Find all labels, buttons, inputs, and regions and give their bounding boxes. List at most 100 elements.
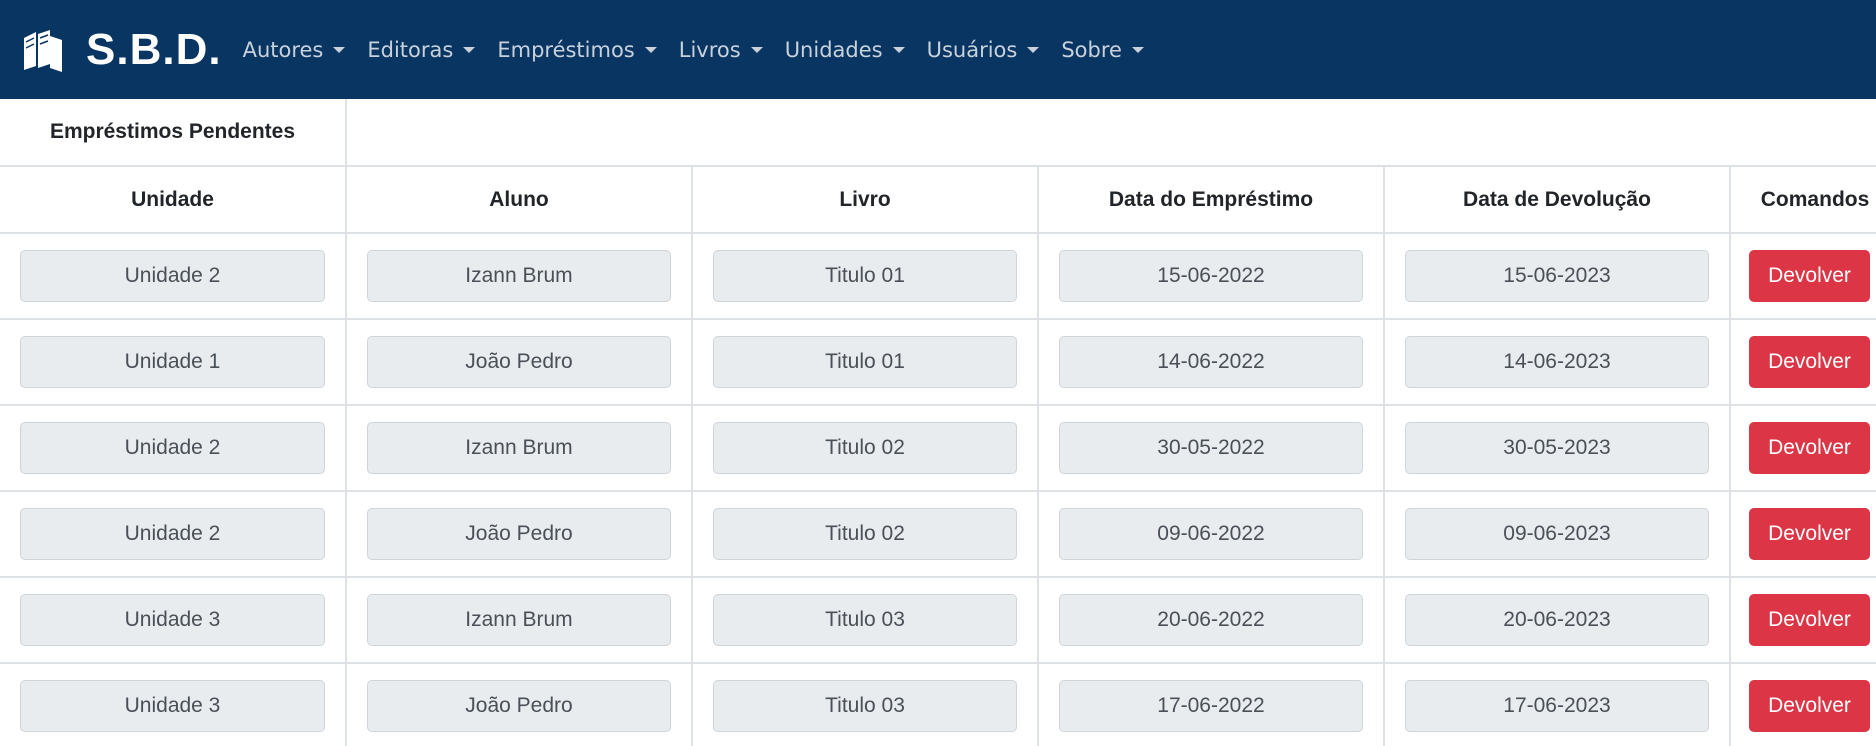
- devolver-button[interactable]: Devolver: [1749, 508, 1870, 560]
- cell-devolucao: 15-06-2023: [1383, 232, 1731, 320]
- table-row: Unidade 3 João Pedro Titulo 03 17-06-202…: [0, 662, 1876, 746]
- aluno-field: João Pedro: [367, 336, 671, 388]
- cell-livro: Titulo 02: [691, 404, 1039, 492]
- cell-aluno: João Pedro: [345, 662, 693, 746]
- brand[interactable]: S.B.D.: [20, 26, 222, 74]
- nav-editoras[interactable]: Editoras: [356, 20, 486, 80]
- devolucao-date-field: 14-06-2023: [1405, 336, 1709, 388]
- devolver-button[interactable]: Devolver: [1749, 336, 1870, 388]
- cell-emprestimo: 30-05-2022: [1037, 404, 1385, 492]
- livro-field: Titulo 03: [713, 594, 1017, 646]
- column-header: Data de Devolução: [1383, 165, 1731, 234]
- column-header: Livro: [691, 165, 1039, 234]
- cell-livro: Titulo 03: [691, 662, 1039, 746]
- table-title-row: Empréstimos Pendentes: [0, 99, 1876, 167]
- devolucao-date-field: 20-06-2023: [1405, 594, 1709, 646]
- emprestimo-date-field: 17-06-2022: [1059, 680, 1363, 732]
- emprestimo-date-field: 09-06-2022: [1059, 508, 1363, 560]
- aluno-field: Izann Brum: [367, 594, 671, 646]
- cell-devolucao: 20-06-2023: [1383, 576, 1731, 664]
- nav-label: Autores: [242, 37, 324, 62]
- cell-comandos: Devolver: [1728, 662, 1876, 746]
- livro-field: Titulo 03: [713, 680, 1017, 732]
- table-row: Unidade 2 João Pedro Titulo 02 09-06-202…: [0, 490, 1876, 578]
- table-title-spacer: [344, 99, 1876, 167]
- nav-label: Editoras: [367, 37, 454, 62]
- cell-aluno: Izann Brum: [345, 232, 693, 320]
- caret-down-icon: [463, 46, 476, 53]
- nav-autores[interactable]: Autores: [232, 20, 357, 80]
- aluno-field: João Pedro: [367, 508, 671, 560]
- table-row: Unidade 1 João Pedro Titulo 01 14-06-202…: [0, 318, 1876, 406]
- emprestimo-date-field: 20-06-2022: [1059, 594, 1363, 646]
- cell-comandos: Devolver: [1728, 232, 1876, 320]
- cell-emprestimo: 09-06-2022: [1037, 490, 1385, 578]
- livro-field: Titulo 02: [713, 422, 1017, 474]
- table-row: Unidade 3 Izann Brum Titulo 03 20-06-202…: [0, 576, 1876, 664]
- livro-field: Titulo 01: [713, 250, 1017, 302]
- nav-usuarios[interactable]: Usuários: [916, 20, 1051, 80]
- books-icon: [24, 29, 62, 72]
- nav-label: Empréstimos: [497, 37, 635, 62]
- cell-devolucao: 17-06-2023: [1383, 662, 1731, 746]
- nav-emprestimos[interactable]: Empréstimos: [486, 20, 667, 80]
- navbar: S.B.D. Autores Editoras Empréstimos Livr…: [0, 0, 1876, 99]
- cell-comandos: Devolver: [1728, 576, 1876, 664]
- livro-field: Titulo 01: [713, 336, 1017, 388]
- devolucao-date-field: 09-06-2023: [1405, 508, 1709, 560]
- cell-livro: Titulo 01: [691, 318, 1039, 406]
- nav-label: Livros: [678, 37, 741, 62]
- unidade-field: Unidade 2: [20, 508, 325, 560]
- cell-emprestimo: 14-06-2022: [1037, 318, 1385, 406]
- devolver-button[interactable]: Devolver: [1749, 250, 1870, 302]
- aluno-field: João Pedro: [367, 680, 671, 732]
- emprestimo-date-field: 30-05-2022: [1059, 422, 1363, 474]
- loans-table-container: Empréstimos Pendentes Unidade Aluno Livr…: [0, 99, 1876, 746]
- nav-unidades[interactable]: Unidades: [774, 20, 916, 80]
- table-row: Unidade 2 Izann Brum Titulo 01 15-06-202…: [0, 232, 1876, 320]
- cell-unidade: Unidade 2: [0, 490, 347, 578]
- aluno-field: Izann Brum: [367, 250, 671, 302]
- nav-label: Sobre: [1061, 37, 1122, 62]
- cell-livro: Titulo 03: [691, 576, 1039, 664]
- cell-aluno: João Pedro: [345, 490, 693, 578]
- devolver-button[interactable]: Devolver: [1749, 680, 1870, 732]
- nav-livros[interactable]: Livros: [668, 20, 774, 80]
- cell-aluno: Izann Brum: [345, 404, 693, 492]
- emprestimo-date-field: 14-06-2022: [1059, 336, 1363, 388]
- unidade-field: Unidade 3: [20, 594, 325, 646]
- cell-aluno: Izann Brum: [345, 576, 693, 664]
- devolucao-date-field: 15-06-2023: [1405, 250, 1709, 302]
- column-header: Data do Empréstimo: [1037, 165, 1385, 234]
- table-row: Unidade 2 Izann Brum Titulo 02 30-05-202…: [0, 404, 1876, 492]
- cell-livro: Titulo 02: [691, 490, 1039, 578]
- unidade-field: Unidade 1: [20, 336, 325, 388]
- cell-devolucao: 30-05-2023: [1383, 404, 1731, 492]
- unidade-field: Unidade 3: [20, 680, 325, 732]
- cell-emprestimo: 15-06-2022: [1037, 232, 1385, 320]
- brand-name: S.B.D.: [86, 24, 222, 74]
- nav-label: Usuários: [926, 37, 1018, 62]
- aluno-field: Izann Brum: [367, 422, 671, 474]
- emprestimo-date-field: 15-06-2022: [1059, 250, 1363, 302]
- column-header: Aluno: [345, 165, 693, 234]
- devolver-button[interactable]: Devolver: [1749, 594, 1870, 646]
- table-title: Empréstimos Pendentes: [0, 99, 347, 167]
- unidade-field: Unidade 2: [20, 250, 325, 302]
- devolver-button[interactable]: Devolver: [1749, 422, 1870, 474]
- caret-down-icon: [333, 46, 346, 53]
- cell-unidade: Unidade 1: [0, 318, 347, 406]
- column-header: Comandos: [1728, 165, 1876, 234]
- cell-unidade: Unidade 2: [0, 232, 347, 320]
- nav-sobre[interactable]: Sobre: [1050, 20, 1155, 80]
- cell-devolucao: 14-06-2023: [1383, 318, 1731, 406]
- column-header: Unidade: [0, 165, 347, 234]
- cell-emprestimo: 17-06-2022: [1037, 662, 1385, 746]
- caret-down-icon: [1131, 46, 1144, 53]
- devolucao-date-field: 30-05-2023: [1405, 422, 1709, 474]
- cell-unidade: Unidade 3: [0, 576, 347, 664]
- table-header-row: Unidade Aluno Livro Data do Empréstimo D…: [0, 165, 1876, 234]
- livro-field: Titulo 02: [713, 508, 1017, 560]
- cell-comandos: Devolver: [1728, 490, 1876, 578]
- cell-comandos: Devolver: [1728, 318, 1876, 406]
